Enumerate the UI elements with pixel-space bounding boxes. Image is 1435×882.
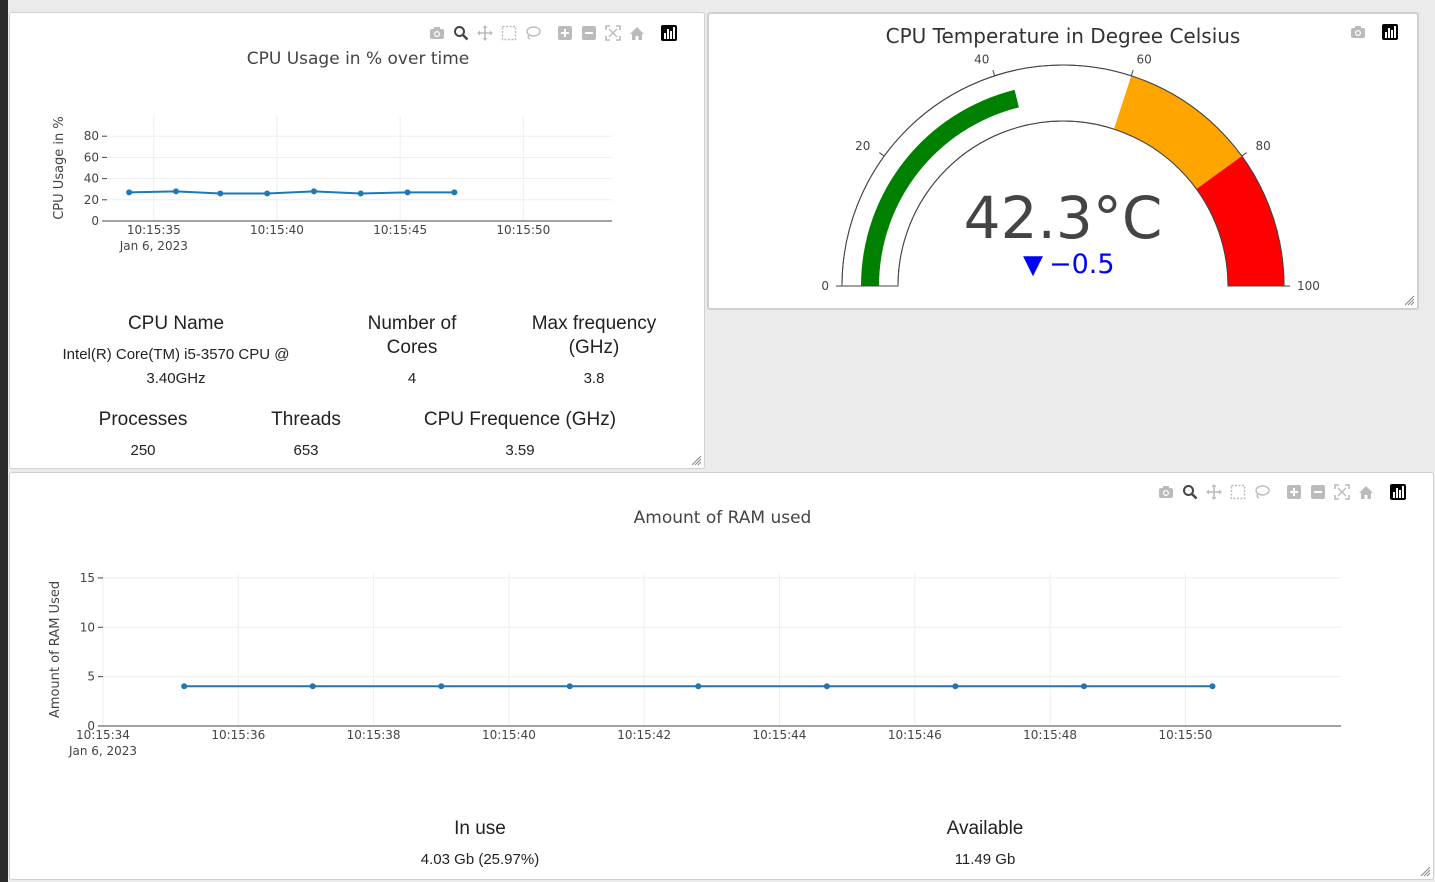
cpu-plot-area[interactable]: 0 20 40 60 80 10:15:35 Jan 6, 2023 10:15:40 10:1… — [52, 115, 612, 253]
cpu-frequency-label: CPU Frequence (GHz) — [423, 409, 617, 430]
gauge-tick-label: 80 — [1256, 139, 1271, 153]
gauge-tick-label: 100 — [1297, 279, 1320, 293]
cpu-y-tick-label: 0 — [91, 214, 99, 228]
cpu-x-tick-label: 10:15:45 — [373, 223, 427, 237]
cpu-y-tick-label: 40 — [84, 172, 99, 186]
cpu-y-tick-label: 60 — [84, 150, 99, 164]
cpu-temperature-panel: CPU Temperature in Degree Celsius 0 20 40 6… — [707, 12, 1419, 310]
cpu-data-point[interactable] — [357, 190, 364, 197]
ram-data-point[interactable] — [566, 683, 573, 690]
cpu-name-value-line2: 3.40GHz — [146, 370, 206, 387]
ram-y-tick-label: 5 — [87, 670, 95, 684]
resize-handle-icon[interactable] — [690, 454, 702, 466]
ram-in-use-value: 4.03 Gb (25.97%) — [420, 851, 540, 868]
cpu-data-point[interactable] — [217, 190, 224, 197]
cores-label-line2: Cores — [386, 337, 438, 358]
ram-x-tick-label: 10:15:44 — [753, 728, 807, 742]
cpu-x-tick-sublabel: Jan 6, 2023 — [119, 239, 188, 253]
ram-x-tick-label: 10:15:40 — [482, 728, 536, 742]
ram-x-tick-label: 10:15:36 — [211, 728, 265, 742]
ram-data-point[interactable] — [309, 683, 316, 690]
ram-data-point[interactable] — [438, 683, 445, 690]
cpu-y-axis-label: CPU Usage in % — [52, 116, 67, 220]
gauge-tick — [992, 69, 996, 76]
cpu-x-tick-label: 10:15:40 — [250, 223, 304, 237]
ram-data-point[interactable] — [1209, 683, 1216, 690]
ram-y-tick-label: 15 — [80, 571, 95, 585]
cpu-name-label: CPU Name — [127, 313, 225, 334]
gauge-delta-arrow-icon: ▼ — [1023, 250, 1043, 280]
cpu-usage-chart[interactable]: 0 20 40 60 80 10:15:35 Jan 6, 2023 10:15:40 10:1… — [10, 13, 706, 273]
gauge-delta-text: −0.5 — [1049, 249, 1115, 280]
max-frequency-value: 3.8 — [583, 370, 605, 387]
ram-x-tick-label: 10:15:34 — [76, 728, 130, 742]
gauge-tick — [1241, 152, 1247, 157]
gauge-tick — [879, 152, 885, 157]
window-left-edge — [0, 0, 8, 882]
ram-x-tick-sublabel: Jan 6, 2023 — [68, 744, 137, 758]
ram-plot-area[interactable]: 05101510:15:34Jan 6, 202310:15:36 10:15:3… — [48, 571, 1341, 758]
threads-value: 653 — [293, 442, 319, 459]
cores-label-line1: Number of — [367, 313, 457, 334]
ram-usage-chart[interactable]: 05101510:15:34Jan 6, 202310:15:36 10:15:3… — [10, 473, 1435, 773]
cpu-data-point[interactable] — [172, 188, 179, 195]
ram-x-tick-label: 10:15:48 — [1023, 728, 1077, 742]
cpu-data-point[interactable] — [126, 189, 133, 196]
gauge-tick-label: 60 — [1137, 53, 1152, 67]
cpu-data-point[interactable] — [404, 189, 411, 196]
cpu-frequency-value: 3.59 — [505, 442, 535, 459]
ram-usage-panel: Amount of RAM used 0 5 10 15 10:15:34 Jan 6, … — [9, 472, 1434, 880]
cores-value: 4 — [407, 370, 417, 387]
cpu-data-point[interactable] — [310, 188, 317, 195]
processes-label: Processes — [98, 409, 188, 430]
ram-x-tick-label: 10:15:46 — [888, 728, 942, 742]
ram-data-point[interactable] — [1080, 683, 1087, 690]
cpu-data-point[interactable] — [264, 190, 271, 197]
ram-y-axis-label: Amount of RAM Used — [48, 581, 63, 718]
ram-data-point[interactable] — [181, 683, 188, 690]
gauge-tick-label: 0 — [821, 279, 829, 293]
ram-data-point[interactable] — [823, 683, 830, 690]
ram-x-tick-label: 10:15:50 — [1158, 728, 1212, 742]
ram-in-use-label: In use — [454, 818, 506, 839]
gauge-tick-label: 20 — [855, 139, 870, 153]
cpu-x-tick-label: 10:15:50 — [496, 223, 550, 237]
ram-data-point[interactable] — [952, 683, 959, 690]
cpu-data-point[interactable] — [451, 189, 458, 196]
max-frequency-label-line2: (GHz) — [568, 337, 620, 358]
cpu-x-tick-label: 10:15:35 — [127, 223, 181, 237]
resize-handle-icon[interactable] — [1419, 865, 1431, 877]
cpu-usage-panel: CPU Usage in % over time 0 20 40 60 80 10:15:… — [9, 12, 705, 469]
max-frequency-label-line1: Max frequency — [531, 313, 657, 334]
gauge-tick-label: 40 — [974, 53, 989, 67]
cpu-y-tick-label: 80 — [84, 129, 99, 143]
ram-available-label: Available — [946, 818, 1024, 839]
ram-x-tick-label: 10:15:38 — [347, 728, 401, 742]
gauge-value-text: 42.3°C — [964, 184, 1163, 252]
ram-y-tick-label: 10 — [80, 620, 95, 634]
resize-handle-icon[interactable] — [1403, 294, 1415, 306]
gauge-delta: ▼ −0.5 — [1023, 249, 1115, 280]
cpu-name-value-line1: Intel(R) Core(TM) i5-3570 CPU @ — [62, 346, 290, 363]
threads-label: Threads — [271, 409, 341, 430]
ram-available-value: 11.49 Gb — [954, 851, 1016, 868]
temperature-gauge[interactable]: 0 20 40 60 80 100 42.3°C▼ −0.5 — [709, 14, 1417, 308]
ram-data-point[interactable] — [695, 683, 702, 690]
ram-x-tick-label: 10:15:42 — [617, 728, 671, 742]
cpu-y-tick-label: 20 — [84, 193, 99, 207]
processes-value: 250 — [130, 442, 156, 459]
gauge-tick — [1130, 69, 1134, 76]
